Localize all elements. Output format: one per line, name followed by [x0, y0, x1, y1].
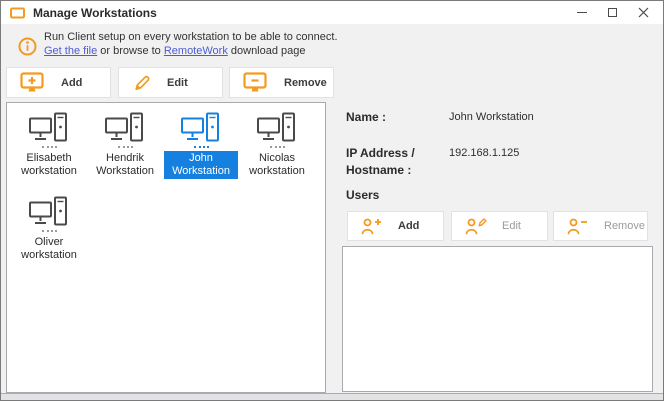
workstation-remove-button[interactable]: Remove — [229, 67, 334, 98]
workstation-caption-dashes — [118, 146, 133, 148]
user-remove-label: Remove — [604, 220, 645, 232]
workstation-list-item[interactable]: Oliver workstation — [11, 192, 87, 276]
ip-hostname-value: 192.168.1.125 — [449, 147, 519, 159]
workstation-remove-label: Remove — [284, 77, 327, 89]
workstation-edit-button[interactable]: Edit — [118, 67, 223, 98]
user-remove-button[interactable]: Remove — [553, 211, 648, 241]
workstation-icon — [104, 112, 146, 144]
workstation-icon — [180, 112, 222, 144]
window-bottom-edge — [1, 393, 663, 400]
pencil-icon — [132, 73, 152, 93]
workstation-caption-dashes — [270, 146, 285, 148]
info-bar: Run Client setup on every workstation to… — [1, 24, 663, 66]
workstation-icon — [28, 112, 70, 144]
workstation-caption-dashes — [42, 230, 57, 232]
app-monitor-icon — [10, 7, 25, 19]
workstation-icon — [28, 196, 70, 228]
maximize-icon — [608, 8, 617, 17]
workstation-name-label: John Workstation — [164, 151, 238, 179]
workstation-list-item[interactable]: John Workstation — [163, 108, 239, 192]
maximize-button[interactable] — [597, 1, 628, 24]
users-list[interactable] — [342, 246, 653, 392]
user-plus-icon — [361, 218, 383, 235]
info-after-text: download page — [228, 45, 306, 57]
close-icon — [638, 7, 649, 18]
window-controls — [566, 1, 659, 24]
workstation-list-item[interactable]: Hendrik Workstation — [87, 108, 163, 192]
workstation-name-label: Hendrik Workstation — [88, 151, 162, 179]
user-edit-button[interactable]: Edit — [451, 211, 548, 241]
users-heading: Users — [346, 187, 379, 204]
workstation-edit-label: Edit — [167, 77, 188, 89]
get-the-file-link[interactable]: Get the file — [44, 45, 97, 57]
window-title: Manage Workstations — [33, 6, 157, 20]
workstation-caption-dashes — [42, 146, 57, 148]
workstation-list: Elisabeth workstation Hendrik Workstatio… — [6, 102, 326, 393]
workstation-icon — [256, 112, 298, 144]
user-minus-icon — [567, 218, 589, 235]
info-between-text: or browse to — [97, 45, 164, 57]
workstation-name-label: Elisabeth workstation — [12, 151, 86, 179]
monitor-minus-icon — [243, 72, 269, 93]
user-pencil-icon — [465, 218, 487, 235]
minimize-button[interactable] — [566, 1, 597, 24]
ip-hostname-label: IP Address / Hostname : — [346, 145, 438, 179]
user-add-label: Add — [398, 220, 419, 232]
remotework-link[interactable]: RemoteWork — [164, 45, 228, 57]
workstation-list-item[interactable]: Nicolas workstation — [239, 108, 315, 192]
user-add-button[interactable]: Add — [347, 211, 444, 241]
manage-workstations-window: Manage Workstations Run Client setup on … — [0, 0, 664, 401]
info-icon — [18, 37, 37, 61]
title-bar: Manage Workstations — [1, 1, 663, 24]
workstation-name-label: Oliver workstation — [12, 235, 86, 263]
info-message: Run Client setup on every workstation to… — [44, 30, 338, 58]
name-label: Name : — [346, 109, 386, 126]
monitor-plus-icon — [20, 72, 46, 93]
workstation-add-button[interactable]: Add — [6, 67, 111, 98]
close-button[interactable] — [628, 1, 659, 24]
info-line1: Run Client setup on every workstation to… — [44, 30, 338, 44]
info-line2: Get the file or browse to RemoteWork dow… — [44, 44, 338, 58]
name-value: John Workstation — [449, 111, 534, 123]
workstation-add-label: Add — [61, 77, 82, 89]
user-edit-label: Edit — [502, 220, 521, 232]
workstation-name-label: Nicolas workstation — [240, 151, 314, 179]
minimize-icon — [577, 12, 587, 13]
workstation-list-item[interactable]: Elisabeth workstation — [11, 108, 87, 192]
workstation-caption-dashes — [194, 146, 209, 148]
